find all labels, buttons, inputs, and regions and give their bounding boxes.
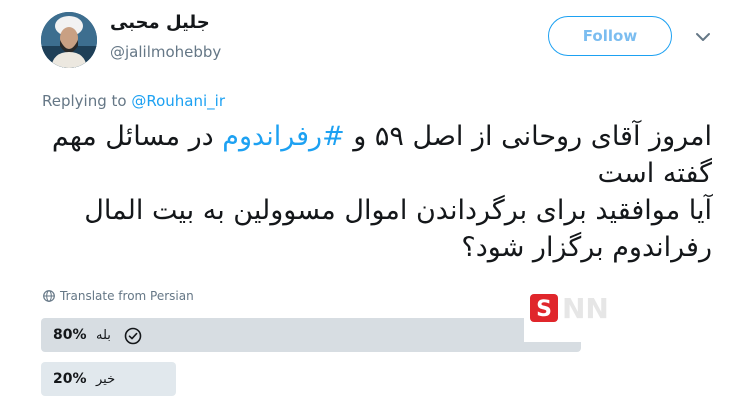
svg-text:S: S bbox=[536, 297, 552, 322]
reply-mention-link[interactable]: @Rouhani_ir bbox=[131, 92, 225, 110]
replying-prefix: Replying to bbox=[42, 92, 127, 110]
replying-to: Replying to @Rouhani_ir bbox=[42, 92, 225, 110]
tweet-text-part1: امروز آقای روحانی از اصل ۵۹ و bbox=[353, 121, 712, 152]
hashtag-link[interactable]: #رفراندوم bbox=[222, 121, 344, 152]
display-name[interactable]: جلیل محبی bbox=[110, 12, 210, 33]
poll-option-label: بله bbox=[96, 328, 111, 343]
user-handle[interactable]: @jalilmohebby bbox=[110, 43, 221, 61]
translate-link[interactable]: Translate from Persian bbox=[43, 289, 194, 303]
snn-watermark-logo: S NN bbox=[524, 272, 751, 342]
globe-icon bbox=[43, 290, 55, 302]
tweet-text-line2: آیا موافقید برای برگرداندن اموال مسوولین… bbox=[84, 195, 712, 263]
check-circle-icon bbox=[124, 327, 142, 345]
poll-option-percent: 20% bbox=[53, 371, 87, 387]
svg-text:NN: NN bbox=[562, 292, 609, 325]
poll-option-bar bbox=[41, 318, 581, 352]
avatar[interactable] bbox=[41, 12, 97, 68]
poll-option-percent: 80% bbox=[53, 327, 87, 343]
chevron-down-icon[interactable] bbox=[694, 28, 712, 46]
avatar-image bbox=[41, 12, 97, 68]
translate-label: Translate from Persian bbox=[60, 289, 194, 303]
poll-option-label: خیر bbox=[96, 372, 116, 387]
tweet-text: امروز آقای روحانی از اصل ۵۹ و #رفراندوم … bbox=[30, 118, 712, 266]
follow-button[interactable]: Follow bbox=[548, 16, 672, 56]
